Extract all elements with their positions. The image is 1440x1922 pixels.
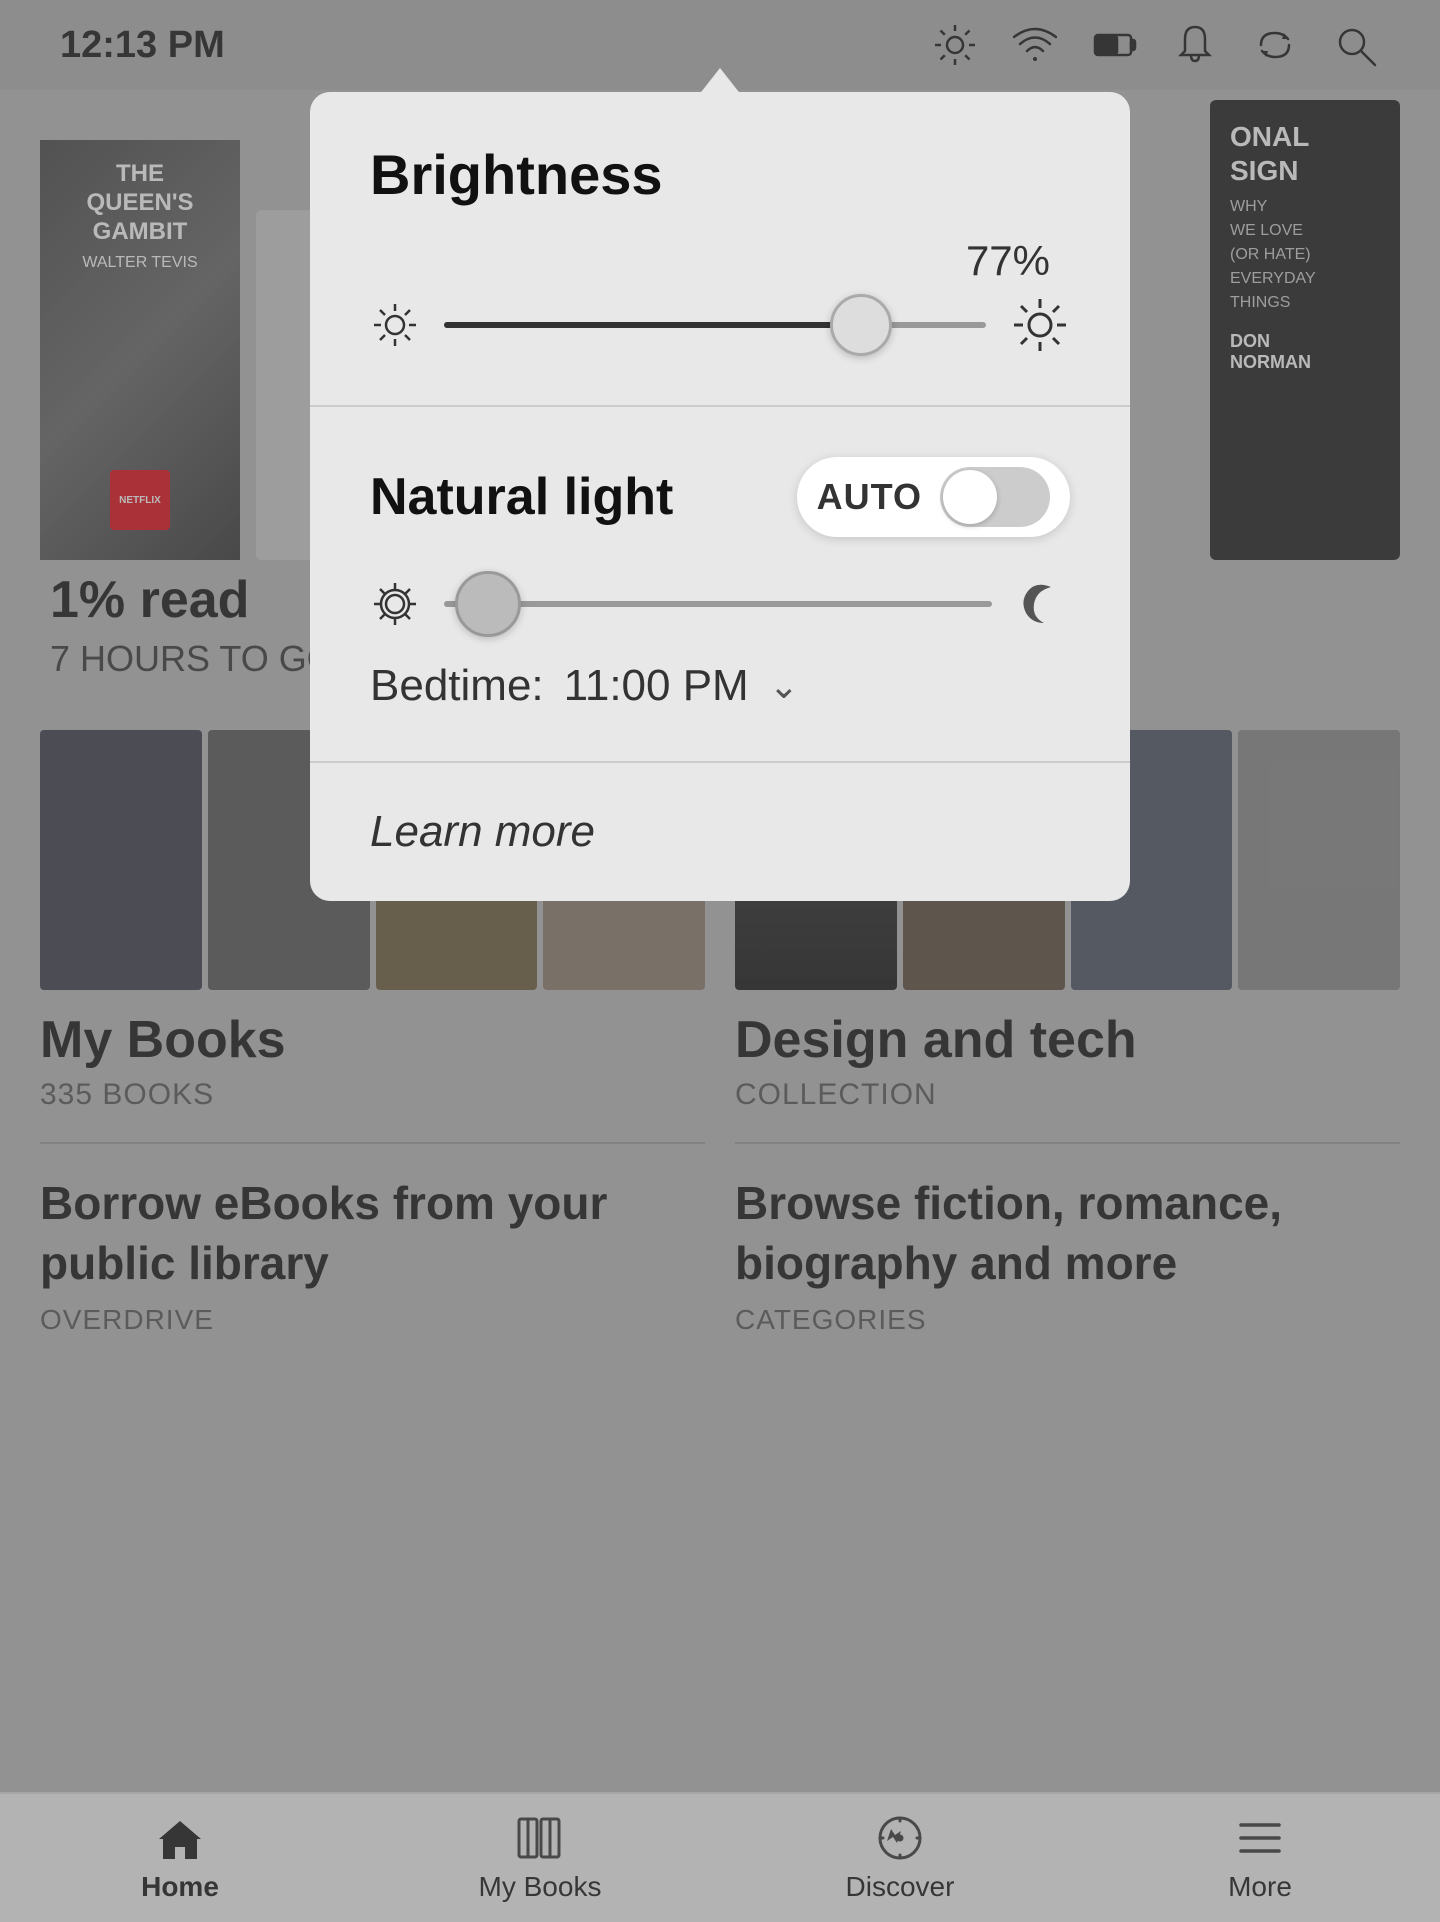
bedtime-time: 11:00 PM [564,661,749,711]
panel-pointer [698,68,742,96]
bedtime-label: Bedtime: [370,661,544,711]
learn-more-section: Learn more [310,763,1130,901]
bedtime-row[interactable]: Bedtime: 11:00 PM ⌄ [370,661,1070,711]
natural-light-toggle[interactable]: AUTO [797,457,1070,537]
natural-light-section: Natural light AUTO [310,407,1130,763]
toggle-knob [943,470,997,524]
bedtime-chevron-icon: ⌄ [769,665,799,707]
brightness-slider[interactable] [444,322,986,328]
toggle-auto-label: AUTO [817,476,922,518]
brightness-title: Brightness [370,142,1070,207]
natural-light-row: Natural light AUTO [370,457,1070,537]
moon-icon [1016,577,1070,631]
sun-small-icon [370,300,420,350]
sun-large-icon [1010,295,1070,355]
natural-slider-thumb[interactable] [455,571,521,637]
brightness-percent: 77% [370,237,1070,285]
toggle-switch[interactable] [940,467,1050,527]
brightness-section: Brightness 77% [310,92,1130,407]
natural-light-slider-row [370,577,1070,631]
natural-light-slider[interactable] [444,601,992,607]
brightness-slider-row [370,295,1070,355]
sun-natural-icon [370,579,420,629]
learn-more-link[interactable]: Learn more [370,807,595,856]
natural-light-label: Natural light [370,467,673,527]
brightness-slider-thumb[interactable] [830,294,892,356]
brightness-panel: Brightness 77% [310,92,1130,901]
